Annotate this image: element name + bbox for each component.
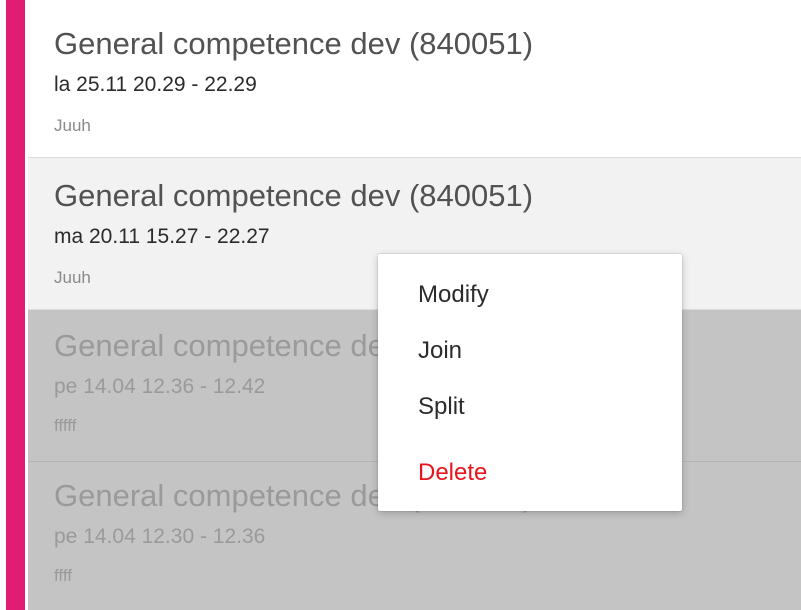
entry-title: General competence dev (840051) xyxy=(54,26,534,61)
context-menu: Modify Join Split Delete xyxy=(378,254,682,511)
join-menu-item[interactable]: Join xyxy=(418,336,462,366)
delete-menu-item[interactable]: Delete xyxy=(418,458,487,488)
entry-note: Juuh xyxy=(54,268,91,287)
project-color-bar xyxy=(6,0,25,610)
entry-time-range: la 25.11 20.29 - 22.29 xyxy=(54,73,257,96)
entry-time-range: pe 14.04 12.30 - 12.36 xyxy=(54,525,266,548)
time-entry-item[interactable]: General competence dev (840051) la 25.11… xyxy=(28,0,801,158)
entry-note: fffff xyxy=(54,416,77,435)
modify-menu-item[interactable]: Modify xyxy=(418,280,489,310)
entry-time-range: ma 20.11 15.27 - 22.27 xyxy=(54,225,270,248)
entry-note: ffff xyxy=(54,566,72,585)
entry-note: Juuh xyxy=(54,116,91,135)
entry-time-range: pe 14.04 12.36 - 12.42 xyxy=(54,375,266,398)
split-menu-item[interactable]: Split xyxy=(418,392,465,422)
entry-title: General competence dev (840051) xyxy=(54,178,534,213)
